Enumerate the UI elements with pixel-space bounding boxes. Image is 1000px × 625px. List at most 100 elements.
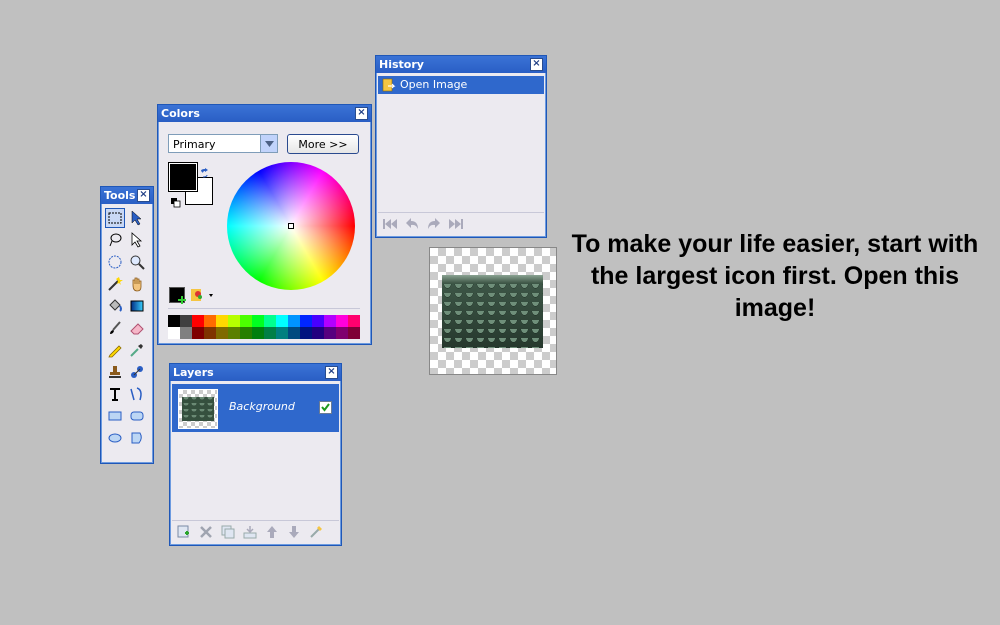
palette-swatch[interactable] [168,315,180,327]
palette-swatch[interactable] [252,315,264,327]
layers-toolbar [172,520,339,543]
move-selected-icon[interactable] [127,230,147,250]
tool-grid [104,207,150,449]
swap-colors-icon[interactable] [199,163,209,178]
merge-layer-down-icon[interactable] [242,524,258,540]
rounded-rectangle-icon[interactable] [127,406,147,426]
palette-swatch[interactable] [324,327,336,339]
palette-swatch[interactable] [240,327,252,339]
reset-colors-icon[interactable] [171,193,181,208]
layer-row[interactable]: Background [172,384,339,432]
redo-icon[interactable] [426,216,442,232]
palette-swatch[interactable] [216,315,228,327]
colors-title: Colors [161,107,200,120]
text-icon[interactable] [105,384,125,404]
palette-swatch[interactable] [264,327,276,339]
tools-titlebar[interactable]: Tools × [101,187,153,204]
palette-swatch[interactable] [288,327,300,339]
palette-swatch[interactable] [312,315,324,327]
gradient-icon[interactable] [127,296,147,316]
roof-tile-preview-image [429,247,557,375]
history-titlebar[interactable]: History × [376,56,546,73]
colors-titlebar[interactable]: Colors × [158,105,371,122]
fast-forward-icon[interactable] [448,216,464,232]
zoom-icon[interactable] [127,252,147,272]
paint-bucket-icon[interactable] [105,296,125,316]
layers-close-button[interactable]: × [325,366,338,379]
color-wheel-cursor[interactable] [288,223,294,229]
rectangle-icon[interactable] [105,406,125,426]
layer-thumbnail [178,389,218,429]
pencil-icon[interactable] [105,340,125,360]
palette-swatch[interactable] [348,327,360,339]
rewind-icon[interactable] [382,216,398,232]
move-layer-down-icon[interactable] [286,524,302,540]
history-title: History [379,58,424,71]
primary-color-swatch[interactable] [168,162,198,192]
palette-swatch[interactable] [168,327,180,339]
palette-swatch[interactable] [300,327,312,339]
instruction-text: To make your life easier, start with the… [571,230,979,322]
palette-swatch[interactable] [288,315,300,327]
color-palette [168,315,360,339]
palette-swatch[interactable] [324,315,336,327]
palette-swatch[interactable] [336,315,348,327]
pan-icon[interactable] [127,274,147,294]
color-mode-value: Primary [173,138,216,151]
palette-swatch[interactable] [228,315,240,327]
undo-icon[interactable] [404,216,420,232]
ellipse-icon[interactable] [105,428,125,448]
layers-title: Layers [173,366,214,379]
color-picker-icon[interactable] [127,340,147,360]
history-item[interactable]: Open Image [378,76,544,94]
move-selection-icon[interactable] [127,208,147,228]
recolor-icon[interactable] [127,362,147,382]
palette-swatch[interactable] [240,315,252,327]
palette-swatch[interactable] [228,327,240,339]
more-colors-button[interactable]: More >> [287,134,359,154]
palette-swatch[interactable] [312,327,324,339]
colors-close-button[interactable]: × [355,107,368,120]
palette-swatch[interactable] [192,327,204,339]
history-toolbar [378,212,544,235]
palette-menu-icon[interactable] [191,287,215,301]
clone-stamp-icon[interactable] [105,362,125,382]
palette-swatch[interactable] [252,327,264,339]
layer-properties-icon[interactable] [308,524,324,540]
add-layer-icon[interactable] [176,524,192,540]
ellipse-select-icon[interactable] [105,252,125,272]
palette-swatch[interactable] [192,315,204,327]
paintbrush-icon[interactable] [105,318,125,338]
palette-swatch[interactable] [276,315,288,327]
layers-titlebar[interactable]: Layers × [170,364,341,381]
eraser-icon[interactable] [127,318,147,338]
add-to-palette-icon[interactable] [169,287,186,304]
palette-swatch[interactable] [348,315,360,327]
layer-visibility-checkbox[interactable] [319,401,332,414]
palette-swatch[interactable] [264,315,276,327]
layers-panel: Layers × Background [169,363,342,546]
palette-swatch[interactable] [216,327,228,339]
lasso-select-icon[interactable] [105,230,125,250]
colors-panel: Colors × Primary More >> [157,104,372,345]
line-curve-icon[interactable] [127,384,147,404]
magic-wand-icon[interactable] [105,274,125,294]
palette-swatch[interactable] [180,327,192,339]
history-close-button[interactable]: × [530,58,543,71]
delete-layer-icon[interactable] [198,524,214,540]
palette-swatch[interactable] [276,327,288,339]
tools-close-button[interactable]: × [137,189,150,202]
palette-swatch[interactable] [204,327,216,339]
palette-swatch[interactable] [336,327,348,339]
freeform-shape-icon[interactable] [127,428,147,448]
move-layer-up-icon[interactable] [264,524,280,540]
palette-swatch[interactable] [204,315,216,327]
palette-swatch[interactable] [300,315,312,327]
duplicate-layer-icon[interactable] [220,524,236,540]
palette-swatch[interactable] [180,315,192,327]
roof-tile-graphic [442,275,543,348]
chevron-down-icon[interactable] [260,135,277,152]
rectangle-select-icon[interactable] [105,208,125,228]
open-image-icon [382,78,396,92]
color-mode-select[interactable]: Primary [168,134,278,153]
